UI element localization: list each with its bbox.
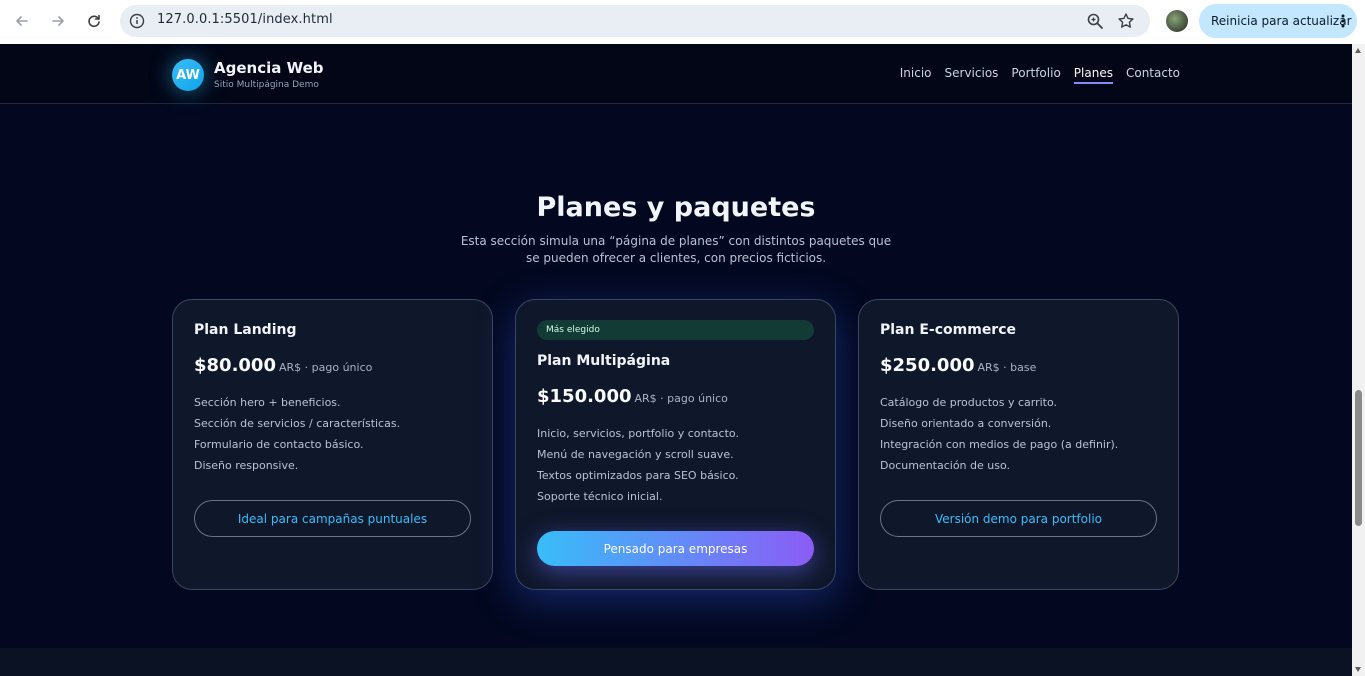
feature-item: Diseño responsive. bbox=[194, 459, 299, 472]
price-amount: $80.000 bbox=[194, 355, 276, 376]
plan-cta-button[interactable]: Versión demo para portfolio bbox=[880, 500, 1157, 537]
feature-item: Menú de navegación y scroll suave. bbox=[537, 448, 734, 461]
plan-card-ecommerce: Plan E-commerce $250.000 AR$ · base Catál… bbox=[858, 299, 1179, 590]
plan-card-multipagina: Más elegido Plan Multipágina $150.000 AR$… bbox=[515, 299, 836, 590]
scroll-up-arrow-icon[interactable] bbox=[1355, 48, 1361, 53]
reload-button[interactable] bbox=[80, 7, 108, 35]
zoom-icon[interactable] bbox=[1086, 12, 1104, 30]
feature-item: Sección hero + beneficios. bbox=[194, 396, 341, 409]
info-icon[interactable] bbox=[129, 13, 145, 29]
update-button[interactable]: Reinicia para actualizar bbox=[1199, 4, 1357, 38]
plan-name: Plan Multipágina bbox=[537, 353, 671, 369]
update-label: Reinicia para actualizar bbox=[1211, 14, 1352, 28]
more-vert-icon bbox=[1341, 14, 1345, 28]
plan-price: $80.000 AR$ · pago único bbox=[194, 355, 372, 376]
main-nav: Inicio Servicios Portfolio Planes Contac… bbox=[900, 66, 1180, 84]
nav-portfolio[interactable]: Portfolio bbox=[1011, 66, 1060, 84]
feature-item: Catálogo de productos y carrito. bbox=[880, 396, 1058, 409]
reload-icon bbox=[88, 14, 100, 28]
scrollbar-thumb[interactable] bbox=[1355, 390, 1362, 526]
feature-list: Inicio, servicios, portfolio y contacto.… bbox=[537, 423, 739, 507]
nav-planes[interactable]: Planes bbox=[1073, 66, 1113, 84]
brand-subtitle: Sitio Multipágina Demo bbox=[214, 80, 319, 90]
brand-title[interactable]: Agencia Web bbox=[214, 59, 324, 77]
feature-list: Sección hero + beneficios. Sección de se… bbox=[194, 392, 400, 476]
profile-avatar[interactable] bbox=[1166, 10, 1188, 32]
feature-item: Textos optimizados para SEO básico. bbox=[537, 469, 739, 482]
price-note: AR$ · pago único bbox=[634, 392, 728, 405]
nav-servicios[interactable]: Servicios bbox=[945, 66, 999, 84]
feature-item: Integración con medios de pago (a defini… bbox=[880, 438, 1119, 451]
plan-card-landing: Plan Landing $80.000 AR$ · pago único Sec… bbox=[172, 299, 493, 590]
site-header: AW Agencia Web Sitio Multipágina Demo In… bbox=[0, 44, 1352, 104]
forward-button[interactable] bbox=[44, 7, 72, 35]
nav-inicio[interactable]: Inicio bbox=[900, 66, 932, 84]
plan-name: Plan Landing bbox=[194, 322, 297, 338]
section-title: Planes y paquetes bbox=[536, 192, 816, 223]
address-bar[interactable]: 127.0.0.1:5501/index.html bbox=[120, 5, 1150, 37]
arrow-left-icon bbox=[16, 16, 28, 26]
plan-price: $150.000 AR$ · pago único bbox=[537, 386, 728, 407]
price-note: AR$ · base bbox=[977, 361, 1037, 374]
feature-item: Soporte técnico inicial. bbox=[537, 490, 663, 503]
plan-name: Plan E-commerce bbox=[880, 322, 1017, 338]
price-amount: $150.000 bbox=[537, 386, 632, 407]
plan-cta-button[interactable]: Pensado para empresas bbox=[537, 531, 814, 566]
back-button[interactable] bbox=[8, 7, 36, 35]
feature-list: Catálogo de productos y carrito. Diseño … bbox=[880, 392, 1118, 476]
feature-item: Formulario de contacto básico. bbox=[194, 438, 364, 451]
section-description: Esta sección simula una “página de plane… bbox=[460, 234, 892, 265]
price-amount: $250.000 bbox=[880, 355, 975, 376]
feature-item: Documentación de uso. bbox=[880, 459, 1011, 472]
url-text[interactable]: 127.0.0.1:5501/index.html bbox=[157, 12, 333, 27]
arrow-right-icon bbox=[52, 16, 64, 26]
nav-contacto[interactable]: Contacto bbox=[1126, 66, 1180, 84]
feature-item: Sección de servicios / características. bbox=[194, 417, 401, 430]
plan-cta-button[interactable]: Ideal para campañas puntuales bbox=[194, 500, 471, 537]
feature-item: Diseño orientado a conversión. bbox=[880, 417, 1052, 430]
featured-badge: Más elegido bbox=[537, 320, 814, 340]
page-viewport: AW Agencia Web Sitio Multipágina Demo In… bbox=[0, 44, 1352, 676]
price-note: AR$ · pago único bbox=[278, 361, 373, 374]
plan-price: $250.000 AR$ · base bbox=[880, 355, 1036, 376]
scroll-down-arrow-icon[interactable] bbox=[1355, 667, 1361, 672]
feature-item: Inicio, servicios, portfolio y contacto. bbox=[537, 427, 739, 440]
next-section-edge bbox=[0, 648, 1352, 676]
page-scrollbar[interactable] bbox=[1352, 44, 1365, 676]
browser-toolbar: 127.0.0.1:5501/index.html Reinicia para … bbox=[0, 0, 1365, 44]
logo[interactable]: AW bbox=[172, 59, 204, 91]
bookmark-star-icon[interactable] bbox=[1117, 12, 1135, 30]
